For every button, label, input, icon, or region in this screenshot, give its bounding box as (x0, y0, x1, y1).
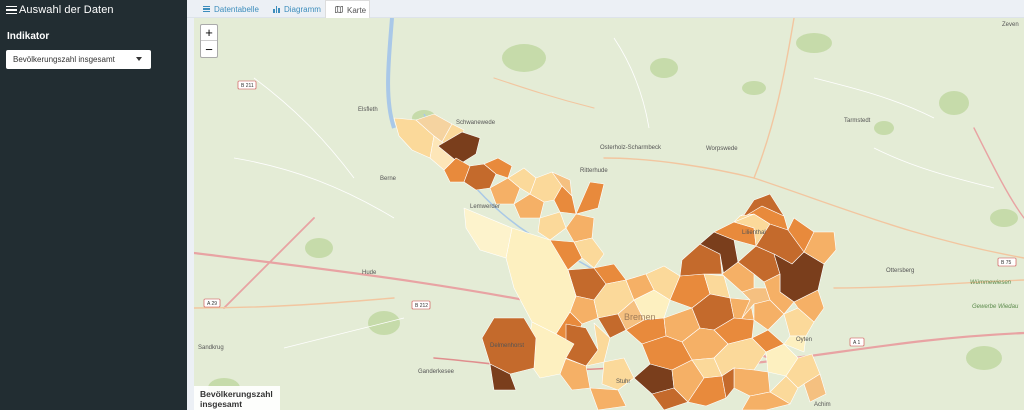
hamburger-menu-icon[interactable] (6, 5, 17, 15)
place-label: Sandkrug (198, 345, 224, 351)
place-label: Ottersberg (886, 268, 914, 274)
place-label: Berne (380, 176, 397, 182)
app: Auswahl der Daten Indikator Bevölkerungs… (0, 0, 1024, 410)
tab-bar: Datentabelle Diagramm Karte (187, 0, 1024, 19)
zoom-out-button[interactable]: − (201, 41, 217, 57)
svg-text:B 212: B 212 (415, 303, 428, 309)
place-label: Zeven (1002, 22, 1019, 28)
place-label: Wümmewiesen (970, 280, 1012, 286)
indicator-select[interactable]: Bevölkerungszahl insgesamt (6, 50, 151, 69)
place-label: Worpswede (706, 146, 738, 152)
place-label: Hude (362, 270, 377, 276)
tab-karte[interactable]: Karte (325, 0, 370, 19)
tab-label: Diagramm (284, 4, 321, 14)
place-label: Oyten (796, 337, 812, 343)
place-label: Delmenhorst (490, 343, 524, 349)
place-label: Osterholz-Scharmbeck (600, 145, 662, 151)
place-label: Achim (814, 402, 831, 408)
map-view[interactable]: Schwanewede Osterholz-Scharmbeck Worpswe… (194, 18, 1024, 410)
road-shield: A 1 (849, 337, 865, 347)
sidebar: Auswahl der Daten Indikator Bevölkerungs… (0, 0, 187, 410)
sidebar-title: Auswahl der Daten (19, 4, 114, 16)
place-label: Gewerbe Wiedau (972, 304, 1019, 310)
tab-datentabelle[interactable]: Datentabelle (203, 0, 259, 18)
svg-text:B 211: B 211 (241, 83, 254, 89)
tab-diagramm[interactable]: Diagramm (273, 0, 321, 18)
caret-down-icon (136, 57, 142, 61)
place-label: Elsfleth (358, 107, 378, 113)
place-label: Tarmstedt (844, 118, 871, 124)
bar-chart-icon (273, 5, 280, 13)
place-label: Lilienthal (742, 230, 766, 236)
place-label: Bremen (624, 312, 656, 322)
list-icon (203, 6, 210, 12)
svg-text:A 1: A 1 (853, 340, 860, 346)
place-label: Ritterhude (580, 168, 608, 174)
road-shield: B 212 (411, 300, 431, 310)
tab-label: Karte (347, 5, 367, 15)
sidebar-header: Auswahl der Daten (0, 0, 187, 20)
zoom-in-button[interactable]: + (201, 25, 217, 41)
svg-text:B 75: B 75 (1001, 260, 1012, 266)
indicator-label: Indikator (7, 31, 50, 42)
legend-title: Bevölkerungszahl insgesamt (200, 389, 273, 409)
zoom-control: + − (200, 24, 218, 58)
place-label: Stuhr (616, 379, 630, 385)
map-legend: Bevölkerungszahl insgesamt (194, 386, 280, 410)
road-shield: B 75 (997, 257, 1017, 267)
indicator-select-value: Bevölkerungszahl insgesamt (13, 55, 115, 64)
road-shield: A 29 (203, 298, 221, 308)
road-shield: B 211 (237, 80, 257, 90)
place-label: Lemwerder (470, 204, 500, 210)
map-icon (335, 5, 343, 15)
place-label: Schwanewede (456, 120, 496, 126)
map-canvas[interactable]: Schwanewede Osterholz-Scharmbeck Worpswe… (194, 18, 1024, 410)
svg-text:A 29: A 29 (207, 301, 217, 307)
tab-label: Datentabelle (214, 4, 259, 14)
place-label: Ganderkesee (418, 369, 455, 375)
